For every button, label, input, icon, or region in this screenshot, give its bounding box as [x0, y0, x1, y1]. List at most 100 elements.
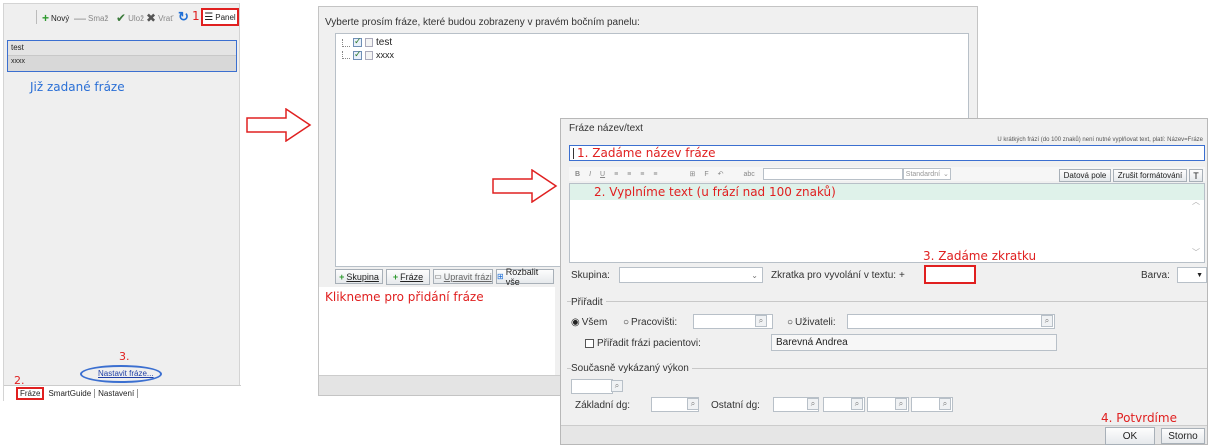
tree-item[interactable]: test	[342, 36, 392, 48]
cancel-button[interactable]: Storno	[1161, 428, 1205, 444]
delete-button[interactable]: — Smaž	[74, 11, 108, 25]
basic-dg-label: Základní dg:	[575, 400, 631, 411]
tree-item[interactable]: xxxx	[342, 49, 394, 60]
cursor-caret	[573, 147, 574, 159]
assign-title: Přiřadit	[571, 297, 606, 308]
dialog-prompt: Vyberte prosím fráze, které budou zobraz…	[325, 17, 640, 28]
shortcut-prefix: +	[899, 270, 905, 281]
expand-all-button[interactable]: ⊞ Rozbalit vše	[496, 267, 554, 287]
add-group-button[interactable]: + Skupina	[335, 269, 383, 284]
menu-icon: ☰	[204, 11, 214, 23]
clear-formatting-button[interactable]: Zrušit formátování	[1113, 169, 1187, 182]
settings-link[interactable]: Nastavit fráze...	[98, 369, 154, 378]
edit-icon: ▭	[434, 272, 442, 281]
arrow-right-icon	[246, 108, 312, 142]
chevron-down-icon: ⌄	[751, 270, 758, 280]
checkbox-empty-icon	[585, 339, 594, 348]
radio-workplace[interactable]: ○ Pracovišti:	[623, 317, 677, 328]
toolbar-separator	[36, 10, 37, 24]
list-item[interactable]: test	[8, 41, 236, 56]
revert-button[interactable]: ✖ Vrať	[146, 11, 173, 25]
lookup-icon[interactable]: ⌕	[687, 398, 699, 410]
group-label: Skupina:	[571, 270, 610, 281]
phrase-name-input[interactable]: 1. Zadáme název fráze	[569, 145, 1205, 161]
performance-field[interactable]	[571, 379, 613, 394]
justify-icon[interactable]: ≡	[653, 171, 657, 178]
align-left-icon[interactable]: ≡	[614, 171, 618, 178]
lookup-icon[interactable]: ⌕	[807, 398, 819, 410]
tree-branch-icon	[342, 51, 350, 59]
arrow-right-icon	[492, 169, 558, 203]
left-toolbar: + Nový — Smaž ✔ Ulož ✖ Vrať ↻ 1 ☰ Panel	[4, 8, 241, 28]
dialog-title-label: Fráze název/text	[569, 123, 643, 134]
new-button[interactable]: + Nový	[42, 11, 69, 25]
undo-icon[interactable]: ↶	[718, 170, 724, 178]
ok-button[interactable]: OK	[1105, 427, 1155, 445]
align-right-icon[interactable]: ≡	[640, 171, 644, 178]
text-type-button[interactable]: T	[1189, 169, 1203, 182]
chevron-down-icon: ⌄	[943, 171, 949, 178]
radio-selected-icon: ◉	[571, 317, 580, 328]
click-to-add-note: Klikneme pro přidání fráze	[325, 290, 484, 304]
radio-users[interactable]: ○ Uživateli:	[787, 317, 836, 328]
other-dg-label: Ostatní dg:	[711, 400, 760, 411]
save-button[interactable]: ✔ Ulož	[116, 11, 144, 25]
minus-icon: —	[74, 11, 86, 25]
confirm-step-note: 4. Potvrdíme	[1101, 411, 1177, 425]
scroll-up-icon[interactable]: ︿	[1192, 196, 1200, 207]
radio-all[interactable]: ◉ Všem	[571, 317, 607, 328]
lookup-icon[interactable]: ⌕	[939, 398, 951, 410]
bottom-tabs: Fráze SmartGuide Nastavení	[4, 385, 241, 401]
color-select[interactable]: ▼	[1177, 267, 1207, 283]
italic-icon[interactable]: I	[589, 171, 591, 178]
edit-phrase-button[interactable]: ▭ Upravit frázi	[433, 269, 493, 284]
panel-button[interactable]: ☰ Panel	[201, 8, 239, 26]
plus-icon: +	[42, 11, 50, 25]
cross-icon: ✖	[146, 11, 157, 25]
align-center-icon[interactable]: ≡	[627, 171, 631, 178]
plus-icon: +	[339, 271, 345, 282]
font-color-icon[interactable]: F	[704, 171, 708, 178]
dropdown-arrow-icon: ▼	[1196, 271, 1203, 279]
color-label: Barva:	[1141, 270, 1170, 281]
shortcut-input[interactable]	[924, 265, 976, 284]
lookup-icon[interactable]: ⌕	[611, 380, 623, 392]
phrase-text-area[interactable]: 2. Vyplníme text (u frází nad 100 znaků)…	[569, 183, 1205, 263]
assign-patient-checkbox[interactable]: Přiřadit frázi pacientovi:	[585, 338, 701, 349]
document-icon	[365, 38, 373, 47]
tab-smartguide[interactable]: SmartGuide	[48, 389, 96, 398]
radio-empty-icon: ○	[623, 317, 630, 328]
underline-icon[interactable]: U	[600, 171, 605, 178]
hint-text: U krátkých frází (do 100 znaků) není nut…	[997, 137, 1203, 143]
shortcut-label: Zkratka pro vyvolání v textu:	[771, 270, 897, 281]
step-3-label: 3.	[119, 350, 130, 363]
tab-settings[interactable]: Nastavení	[98, 389, 139, 398]
group-select[interactable]: ⌄	[619, 267, 763, 283]
spell-icon[interactable]: abc	[743, 171, 754, 178]
lookup-icon[interactable]: ⌕	[1041, 315, 1053, 327]
font-name-select[interactable]	[762, 168, 903, 180]
scroll-down-icon[interactable]: ﹀	[1192, 247, 1200, 258]
list-item[interactable]: xxxx	[8, 56, 236, 71]
users-field[interactable]	[847, 314, 1055, 329]
bold-icon[interactable]: B	[575, 171, 580, 178]
data-fields-button[interactable]: Datová pole	[1059, 169, 1111, 182]
checkbox-checked-icon[interactable]	[353, 36, 362, 47]
text-line-highlight: 2. Vyplníme text (u frází nad 100 znaků)	[570, 184, 1204, 200]
left-panel: + Nový — Smaž ✔ Ulož ✖ Vrať ↻ 1 ☰ Panel …	[3, 3, 241, 401]
font-style-select[interactable]: Standardní ⌄	[902, 168, 951, 180]
tab-phrases[interactable]: Fráze	[16, 387, 45, 400]
shortcut-step-note: 3. Zadáme zkratku	[923, 249, 1037, 263]
tree-branch-icon	[342, 38, 350, 47]
checkbox-checked-icon[interactable]	[353, 49, 362, 60]
lookup-icon[interactable]: ⌕	[895, 398, 907, 410]
tree-buttons: + Skupina + Fráze ▭ Upravit frázi ⊞ Rozb…	[335, 267, 554, 287]
lookup-icon[interactable]: ⌕	[851, 398, 863, 410]
table-icon[interactable]: ⊞	[689, 170, 695, 178]
patient-field[interactable]: Barevná Andrea	[771, 334, 1057, 351]
add-phrase-button[interactable]: + Fráze	[386, 269, 430, 285]
phrase-list: test xxxx	[7, 40, 237, 72]
lookup-icon[interactable]: ⌕	[755, 315, 767, 327]
step-1-label: 1	[192, 9, 200, 23]
refresh-icon[interactable]: ↻	[178, 9, 189, 25]
